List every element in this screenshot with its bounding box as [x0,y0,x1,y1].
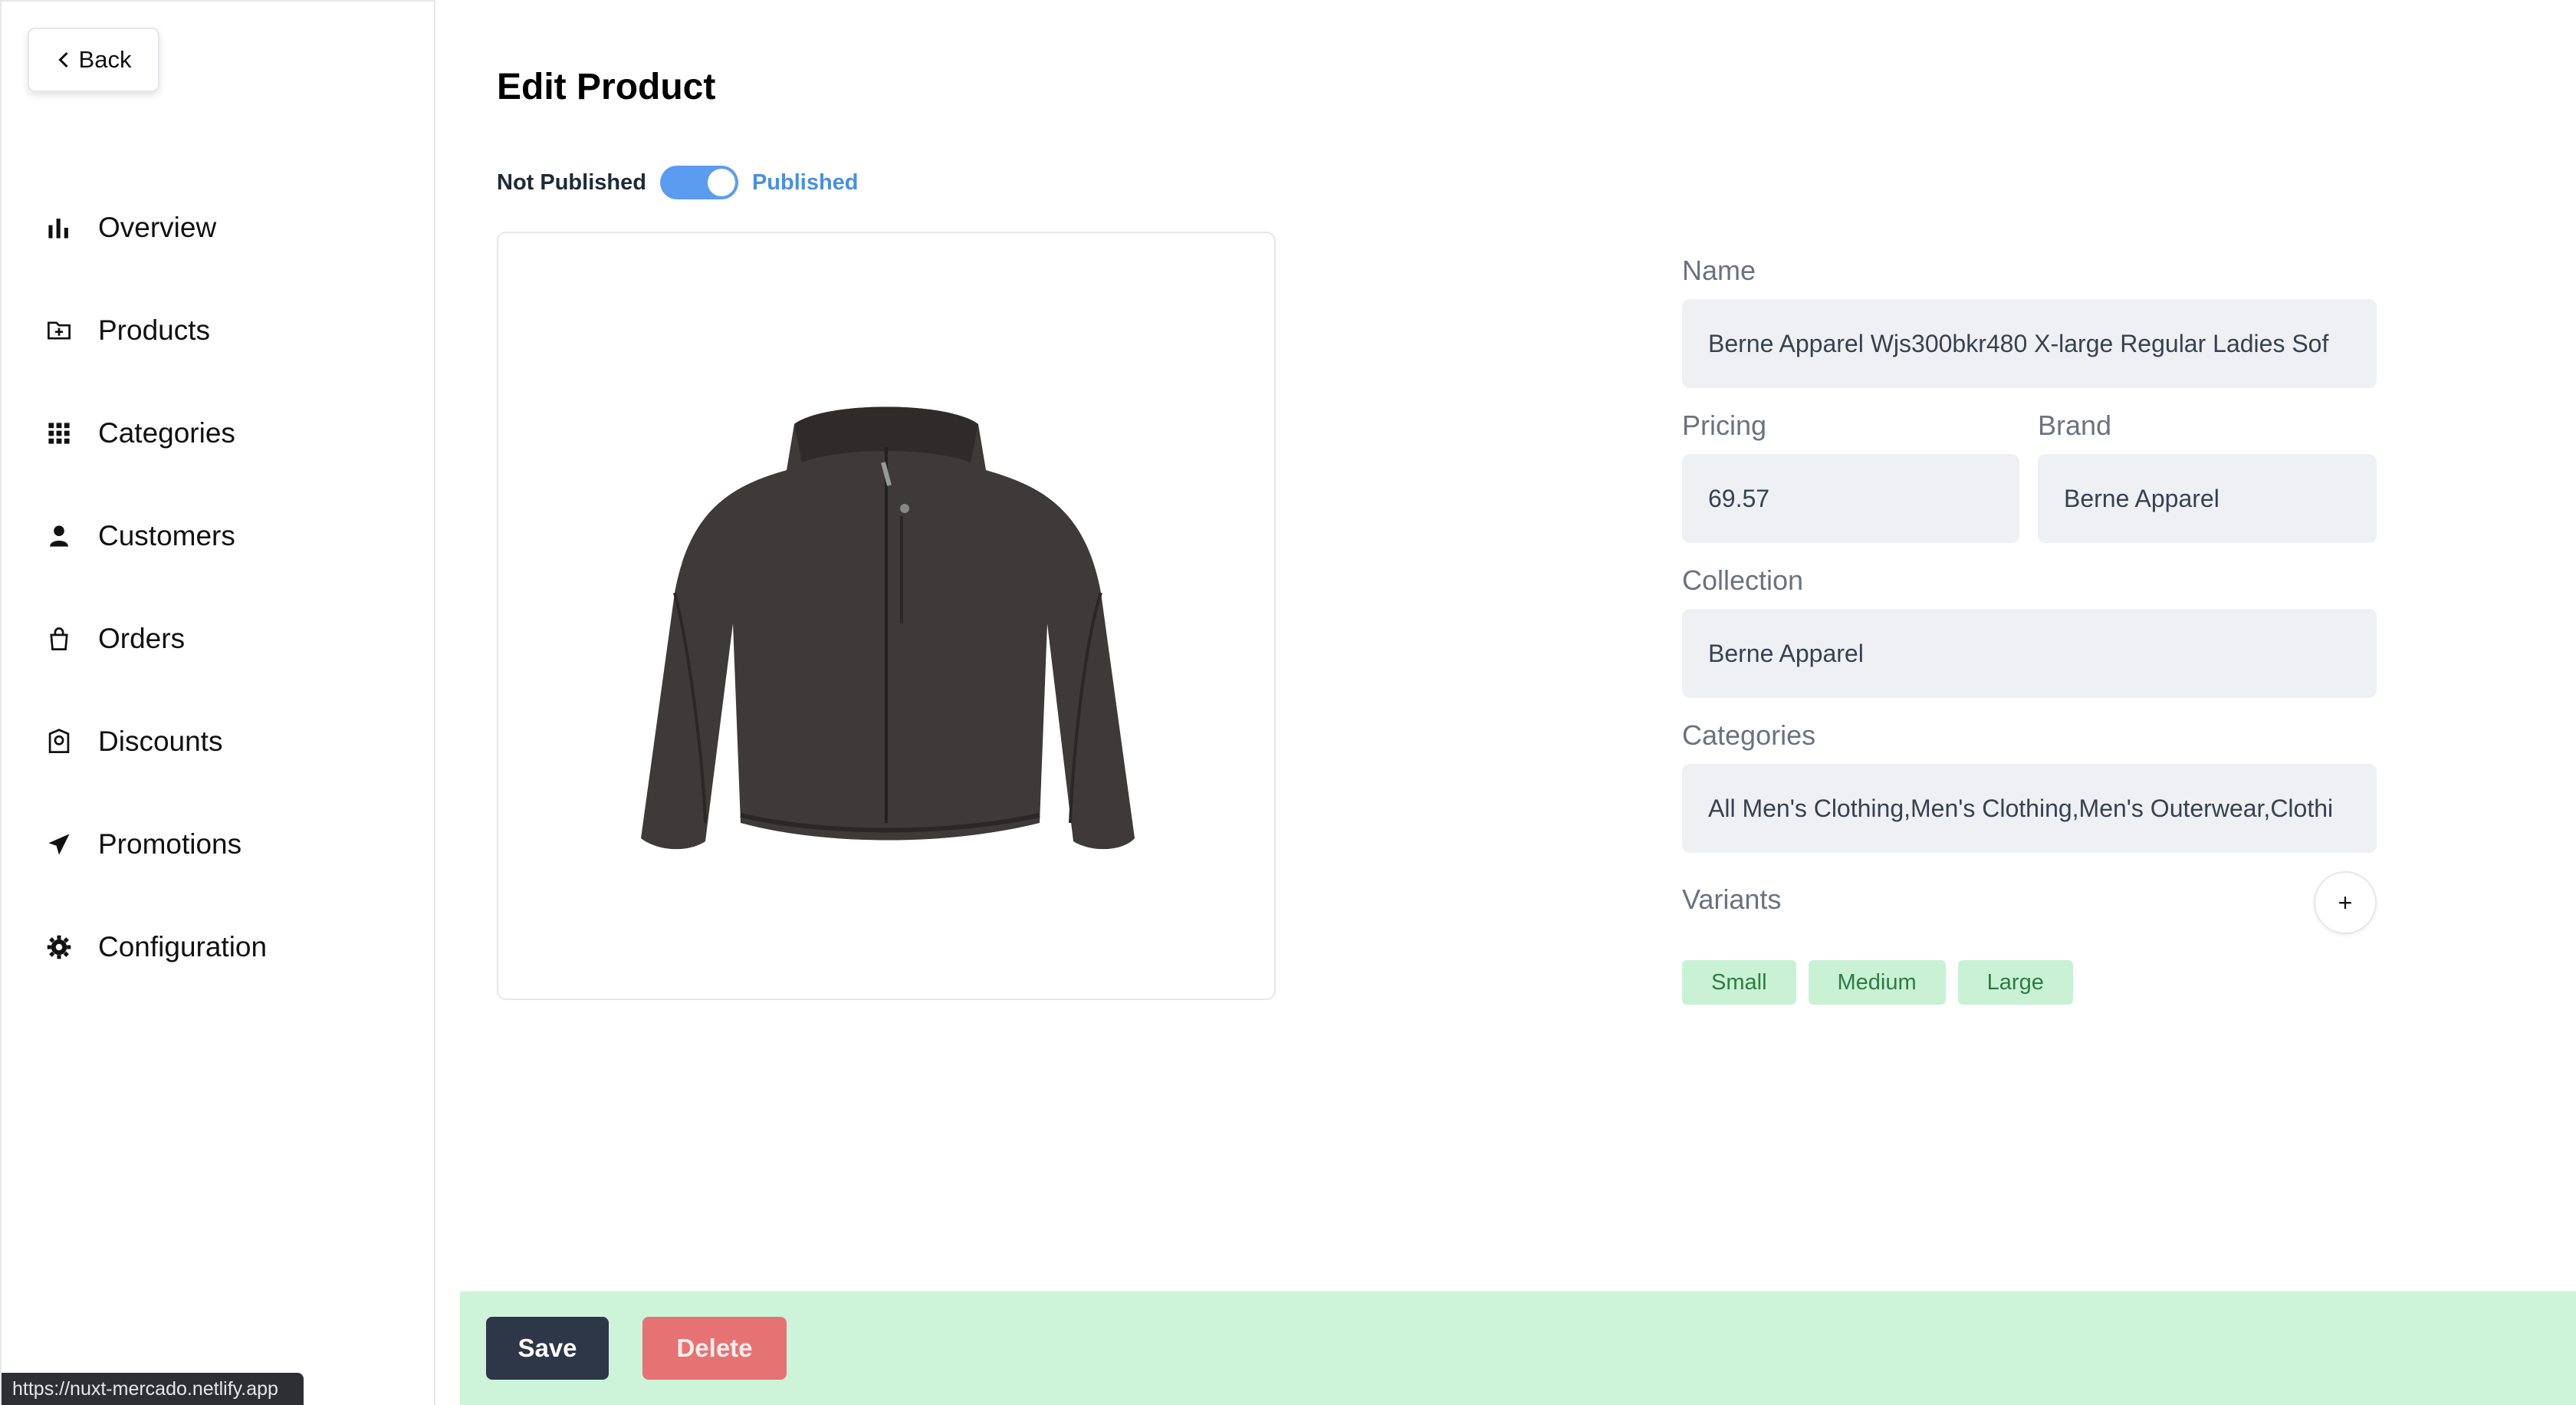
variant-chip-medium[interactable]: Medium [1808,960,1946,1005]
badge-icon [46,729,72,755]
variants-label: Variants [1682,883,1782,915]
sidebar-item-discounts[interactable]: Discounts [2,690,434,793]
variant-chips: Small Medium Large [1682,960,2073,1005]
main-content: Edit Product Not Published Published Nam… [437,0,2576,1405]
publish-toggle-row: Not Published Published [497,166,859,199]
sidebar-item-overview[interactable]: Overview [2,176,434,279]
back-button[interactable]: Back [28,28,159,92]
publish-toggle[interactable] [659,166,738,199]
delete-button[interactable]: Delete [642,1317,787,1380]
sidebar-item-products[interactable]: Products [2,279,434,382]
user-icon [46,523,72,549]
categories-label: Categories [1682,719,1816,751]
pricing-label: Pricing [1682,410,1767,441]
brand-label: Brand [2038,410,2112,441]
paper-plane-icon [46,831,72,857]
bar-chart-icon [46,215,72,241]
chevron-left-icon [58,51,68,68]
brand-input[interactable]: Berne Apparel [2038,454,2377,543]
sidebar-item-label: Discounts [98,726,223,757]
sidebar-item-label: Overview [98,212,217,243]
grid-icon [46,420,72,446]
add-variant-button[interactable]: + [2314,871,2377,934]
sidebar-item-promotions[interactable]: Promotions [2,793,434,896]
sidebar-nav: Overview Products Categories Customers O… [2,176,434,999]
collection-input[interactable]: Berne Apparel [1682,609,2377,698]
sidebar-item-label: Orders [98,623,186,654]
shopping-bag-icon [46,626,72,652]
toggle-knob [707,169,735,196]
sidebar: Back Overview Products Categories Custom… [0,0,435,1405]
sidebar-item-configuration[interactable]: Configuration [2,896,434,999]
save-button[interactable]: Save [486,1317,609,1380]
sidebar-item-categories[interactable]: Categories [2,382,434,485]
variant-chip-small[interactable]: Small [1682,960,1796,1005]
categories-input[interactable]: All Men's Clothing,Men's Clothing,Men's … [1682,764,2377,853]
name-input[interactable]: Berne Apparel Wjs300bkr480 X-large Regul… [1682,299,2377,388]
back-label: Back [78,46,132,73]
sidebar-item-label: Products [98,314,211,346]
status-url: https://nuxt-mercado.netlify.app [2,1373,304,1405]
sidebar-item-label: Promotions [98,828,242,860]
sidebar-item-orders[interactable]: Orders [2,587,434,690]
sidebar-item-label: Customers [98,520,235,551]
published-label: Published [751,169,859,195]
product-image [641,406,1135,850]
sidebar-item-label: Categories [98,417,235,449]
name-label: Name [1682,255,1756,286]
product-image-card[interactable] [497,232,1276,1000]
sidebar-item-customers[interactable]: Customers [2,485,434,587]
page-title: Edit Product [497,67,716,107]
folder-plus-icon [46,318,72,344]
variant-chip-large[interactable]: Large [1957,960,2073,1005]
sidebar-item-label: Configuration [98,931,268,962]
not-published-label: Not Published [497,169,646,195]
action-bar: Save Delete [460,1291,2576,1405]
pricing-input[interactable]: 69.57 [1682,454,2019,543]
gear-icon [46,934,72,960]
collection-label: Collection [1682,564,1804,596]
